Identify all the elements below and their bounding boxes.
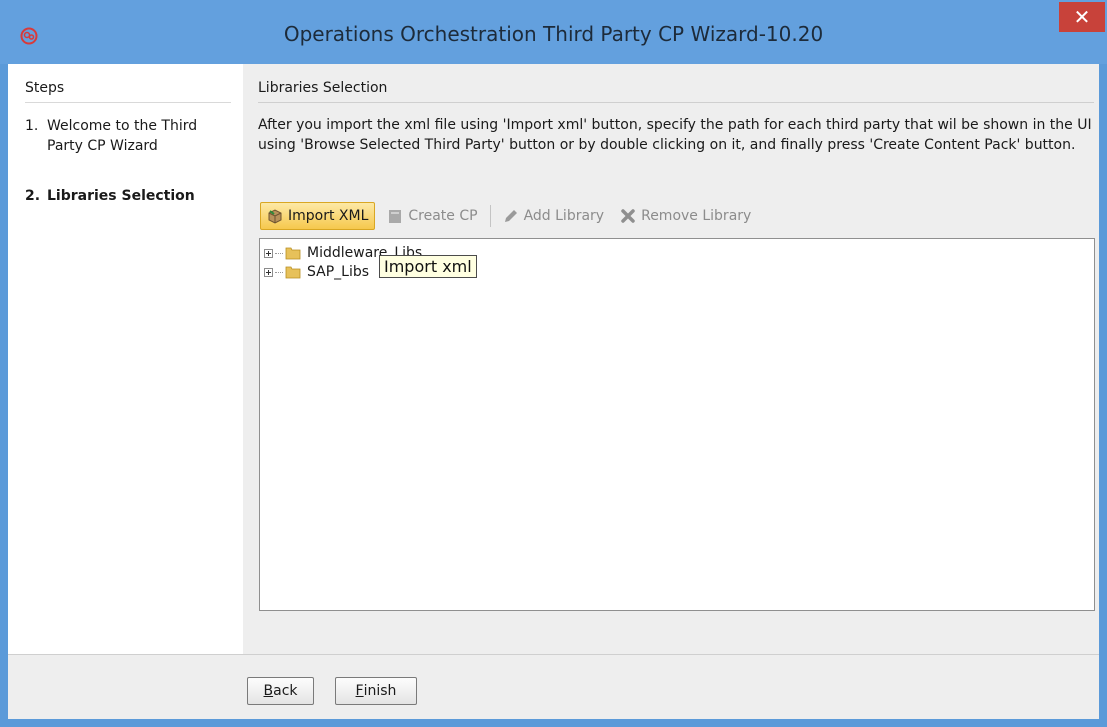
step-number: 1.	[25, 118, 39, 134]
folder-icon	[285, 247, 301, 260]
tree-connector	[275, 252, 283, 254]
step-label: Libraries Selection	[47, 188, 195, 204]
import-xml-label: Import XML	[288, 208, 369, 224]
back-button[interactable]: Back	[247, 677, 314, 705]
toolbar-separator	[489, 205, 491, 227]
steps-divider	[25, 102, 231, 103]
import-xml-button[interactable]: Import XML	[260, 202, 376, 230]
steps-panel: Steps 1. Welcome to the Third Party CP Wi…	[8, 64, 243, 654]
finish-button[interactable]: Finish	[335, 677, 417, 705]
step-label: Welcome to the Third Party CP Wizard	[47, 118, 198, 154]
wizard-window: Operations Orchestration Third Party CP …	[0, 0, 1107, 727]
libraries-tree[interactable]: Middleware_Libs SAP_Libs Import xml	[259, 238, 1095, 611]
tree-node-sap-libs[interactable]: SAP_Libs	[264, 263, 369, 281]
expand-icon[interactable]	[264, 248, 273, 258]
folder-icon	[285, 266, 301, 279]
step-number: 2.	[25, 188, 41, 204]
create-package-icon	[389, 210, 402, 223]
import-package-icon	[268, 209, 282, 224]
wizard-client-area: Steps 1. Welcome to the Third Party CP Wi…	[8, 64, 1099, 719]
back-label-rest: ack	[273, 683, 298, 699]
remove-library-label: Remove Library	[641, 208, 752, 224]
content-panel: Libraries Selection After you import the…	[243, 64, 1099, 654]
pencil-icon	[504, 210, 517, 222]
remove-x-icon	[621, 209, 635, 223]
footer-bar: Back Finish	[8, 654, 1099, 719]
section-divider	[258, 102, 1094, 103]
create-cp-label: Create CP	[408, 208, 478, 224]
section-title: Libraries Selection	[258, 80, 388, 96]
toolbar: Import XML Create CP Add Library Remove …	[260, 201, 757, 231]
close-icon: ✕	[1073, 5, 1091, 29]
expand-icon[interactable]	[264, 267, 273, 277]
remove-library-button[interactable]: Remove Library	[614, 202, 757, 230]
step-item-welcome: 1. Welcome to the Third Party CP Wizard	[25, 116, 235, 156]
finish-mnemonic: F	[355, 683, 364, 699]
tree-connector	[275, 271, 283, 273]
back-mnemonic: B	[263, 683, 274, 699]
create-cp-button[interactable]: Create CP	[381, 202, 483, 230]
title-bar[interactable]: Operations Orchestration Third Party CP …	[0, 0, 1107, 64]
window-title: Operations Orchestration Third Party CP …	[283, 22, 824, 46]
finish-label-rest: inish	[363, 683, 397, 699]
tree-node-label: SAP_Libs	[307, 264, 370, 280]
close-button[interactable]: ✕	[1059, 2, 1105, 32]
step-item-libraries-selection: 2. Libraries Selection	[25, 186, 235, 206]
import-xml-tooltip: Import xml	[379, 255, 477, 278]
add-library-label: Add Library	[523, 208, 605, 224]
steps-header: Steps	[25, 80, 65, 96]
add-library-button[interactable]: Add Library	[497, 202, 611, 230]
instructions-text: After you import the xml file using 'Imp…	[258, 117, 1092, 153]
